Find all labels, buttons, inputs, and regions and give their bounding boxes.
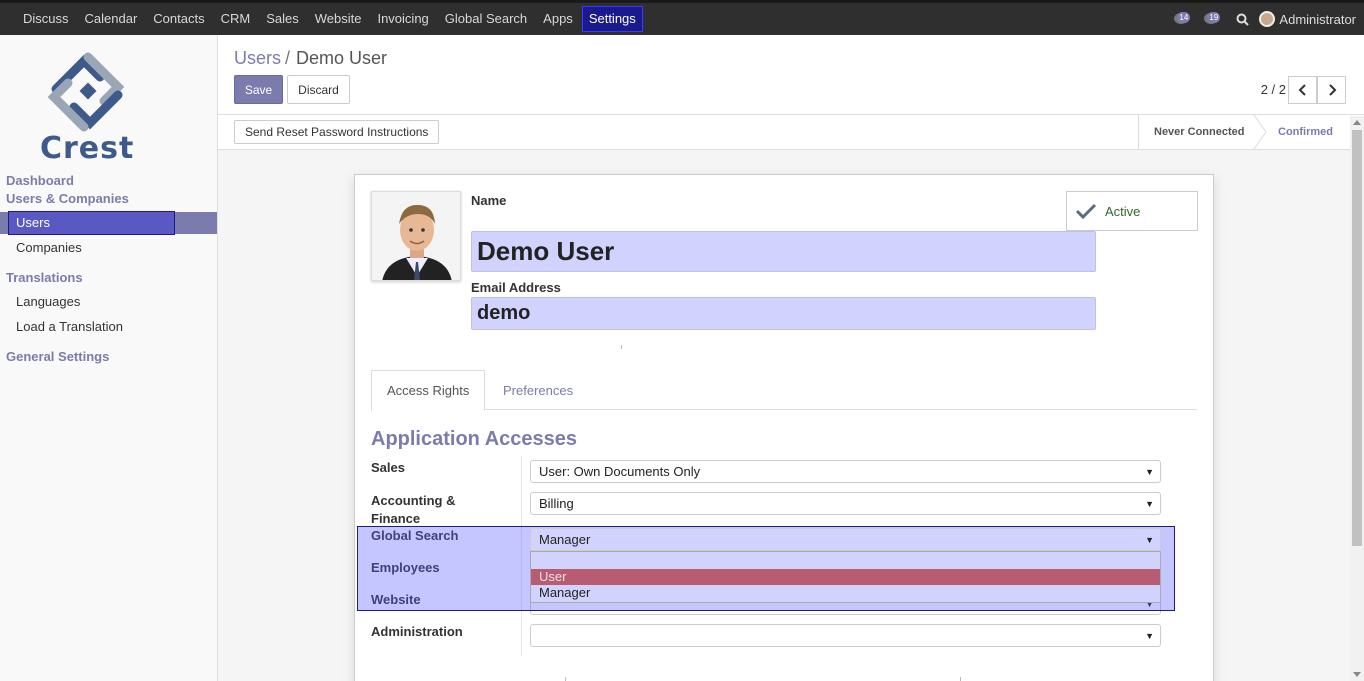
scroll-up-icon[interactable] xyxy=(1353,120,1361,125)
user-avatar-image[interactable] xyxy=(371,191,461,281)
global-search-dropdown-list: User Manager xyxy=(530,551,1161,603)
separator-tick xyxy=(621,345,622,349)
send-reset-password-button[interactable]: Send Reset Password Instructions xyxy=(234,120,440,144)
name-label: Name xyxy=(471,193,507,208)
pager-next-button[interactable] xyxy=(1317,76,1346,104)
field-label-administration: Administration xyxy=(371,624,463,639)
active-label: Active xyxy=(1105,203,1141,219)
sales-select[interactable]: User: Own Documents Only ▼ xyxy=(530,460,1161,483)
scroll-down-icon[interactable] xyxy=(1353,672,1361,677)
status-bar: Send Reset Password Instructions Never C… xyxy=(218,115,1364,150)
main-menu: Discuss Calendar Contacts CRM Sales Webs… xyxy=(15,3,643,35)
discard-button[interactable]: Discard xyxy=(287,75,350,104)
menu-website[interactable]: Website xyxy=(307,3,370,35)
field-label-sales: Sales xyxy=(371,460,405,475)
sidebar-section-users-companies[interactable]: Users & Companies xyxy=(6,191,129,206)
tab-preferences[interactable]: Preferences xyxy=(488,370,588,410)
menu-crm[interactable]: CRM xyxy=(213,3,259,35)
menu-calendar[interactable]: Calendar xyxy=(77,3,146,35)
sidebar-section-general-settings[interactable]: General Settings xyxy=(6,349,109,364)
sidebar-section-translations[interactable]: Translations xyxy=(6,270,83,285)
menu-contacts[interactable]: Contacts xyxy=(145,3,212,35)
sidebar-item-languages[interactable]: Languages xyxy=(16,294,80,309)
dropdown-option-user[interactable]: User xyxy=(531,569,1160,585)
application-accesses-title: Application Accesses xyxy=(371,428,578,450)
stage-divider xyxy=(1138,115,1139,149)
sidebar: Crest Dashboard Users & Companies Users … xyxy=(0,35,218,681)
activities-count: 19 xyxy=(1207,12,1221,23)
accounting-select-value: Billing xyxy=(539,496,574,511)
global-search-select-value: Manager xyxy=(539,532,591,547)
global-search-select[interactable]: Manager ▼ xyxy=(530,528,1161,551)
messages-count: 14 xyxy=(1177,12,1191,23)
dropdown-caret-icon: ▼ xyxy=(1145,499,1154,509)
name-input[interactable]: Demo User xyxy=(471,231,1096,272)
user-name: Administrator xyxy=(1279,11,1356,27)
separator-tick xyxy=(960,677,961,681)
dropdown-caret-icon: ▼ xyxy=(1145,535,1154,545)
dropdown-caret-icon: ▼ xyxy=(1145,467,1154,477)
scrollbar[interactable] xyxy=(1350,116,1364,681)
form-tabs: Access Rights Preferences xyxy=(371,370,1197,411)
breadcrumb-separator: / xyxy=(285,48,291,68)
stage-arrow-icon xyxy=(1253,115,1267,149)
separator-tick xyxy=(565,677,566,681)
logo-text: Crest xyxy=(40,131,135,166)
menu-apps[interactable]: Apps xyxy=(535,3,581,35)
menu-sales[interactable]: Sales xyxy=(258,3,307,35)
scrollbar-thumb[interactable] xyxy=(1352,130,1362,546)
sidebar-section-dashboard[interactable]: Dashboard xyxy=(6,173,74,188)
sidebar-item-users[interactable]: Users xyxy=(0,211,217,235)
activities-icon[interactable]: 19 xyxy=(1204,11,1226,27)
email-label: Email Address xyxy=(471,280,561,295)
dropdown-option-manager[interactable]: Manager xyxy=(531,585,1160,601)
menu-discuss[interactable]: Discuss xyxy=(15,3,77,35)
tab-access-rights[interactable]: Access Rights xyxy=(371,370,486,411)
dropdown-caret-icon: ▼ xyxy=(1145,631,1154,641)
breadcrumb-current: Demo User xyxy=(296,48,388,68)
sidebar-item-companies[interactable]: Companies xyxy=(16,240,82,255)
search-icon[interactable] xyxy=(1236,13,1250,26)
breadcrumb: Users / Demo User xyxy=(234,48,387,69)
messages-icon[interactable]: 14 xyxy=(1174,11,1194,27)
menu-global-search[interactable]: Global Search xyxy=(437,3,535,35)
chevron-right-icon xyxy=(1328,84,1336,96)
pager-previous-button[interactable] xyxy=(1288,76,1317,104)
dropdown-option-empty[interactable] xyxy=(531,553,1160,569)
sidebar-item-label: Users xyxy=(16,215,50,230)
breadcrumb-users-link[interactable]: Users xyxy=(234,48,281,68)
systray: 14 19 Administrator xyxy=(1174,3,1356,35)
control-panel: Users / Demo User Save Discard 2 / 2 xyxy=(218,35,1364,115)
sidebar-item-load-translation[interactable]: Load a Translation xyxy=(16,319,123,334)
user-avatar xyxy=(1259,11,1276,27)
stage-confirmed[interactable]: Confirmed xyxy=(1278,115,1333,149)
checkmark-icon xyxy=(1075,203,1097,220)
pager-value: 2 / 2 xyxy=(1260,82,1286,97)
top-navbar: Discuss Calendar Contacts CRM Sales Webs… xyxy=(0,0,1364,35)
active-toggle-button[interactable]: Active xyxy=(1066,191,1198,231)
sales-select-value: User: Own Documents Only xyxy=(539,464,701,479)
save-button[interactable]: Save xyxy=(234,75,283,104)
accounting-finance-select[interactable]: Billing ▼ xyxy=(530,492,1161,515)
menu-settings[interactable]: Settings xyxy=(581,6,643,32)
stage-never-connected[interactable]: Never Connected xyxy=(1154,115,1244,149)
user-menu[interactable]: Administrator xyxy=(1259,11,1356,27)
administration-select[interactable]: ▼ xyxy=(530,624,1161,647)
menu-invoicing[interactable]: Invoicing xyxy=(369,3,436,35)
field-label-accounting-finance: Accounting & Finance xyxy=(371,493,456,526)
email-input[interactable]: demo xyxy=(471,297,1096,330)
chevron-left-icon xyxy=(1298,84,1306,96)
